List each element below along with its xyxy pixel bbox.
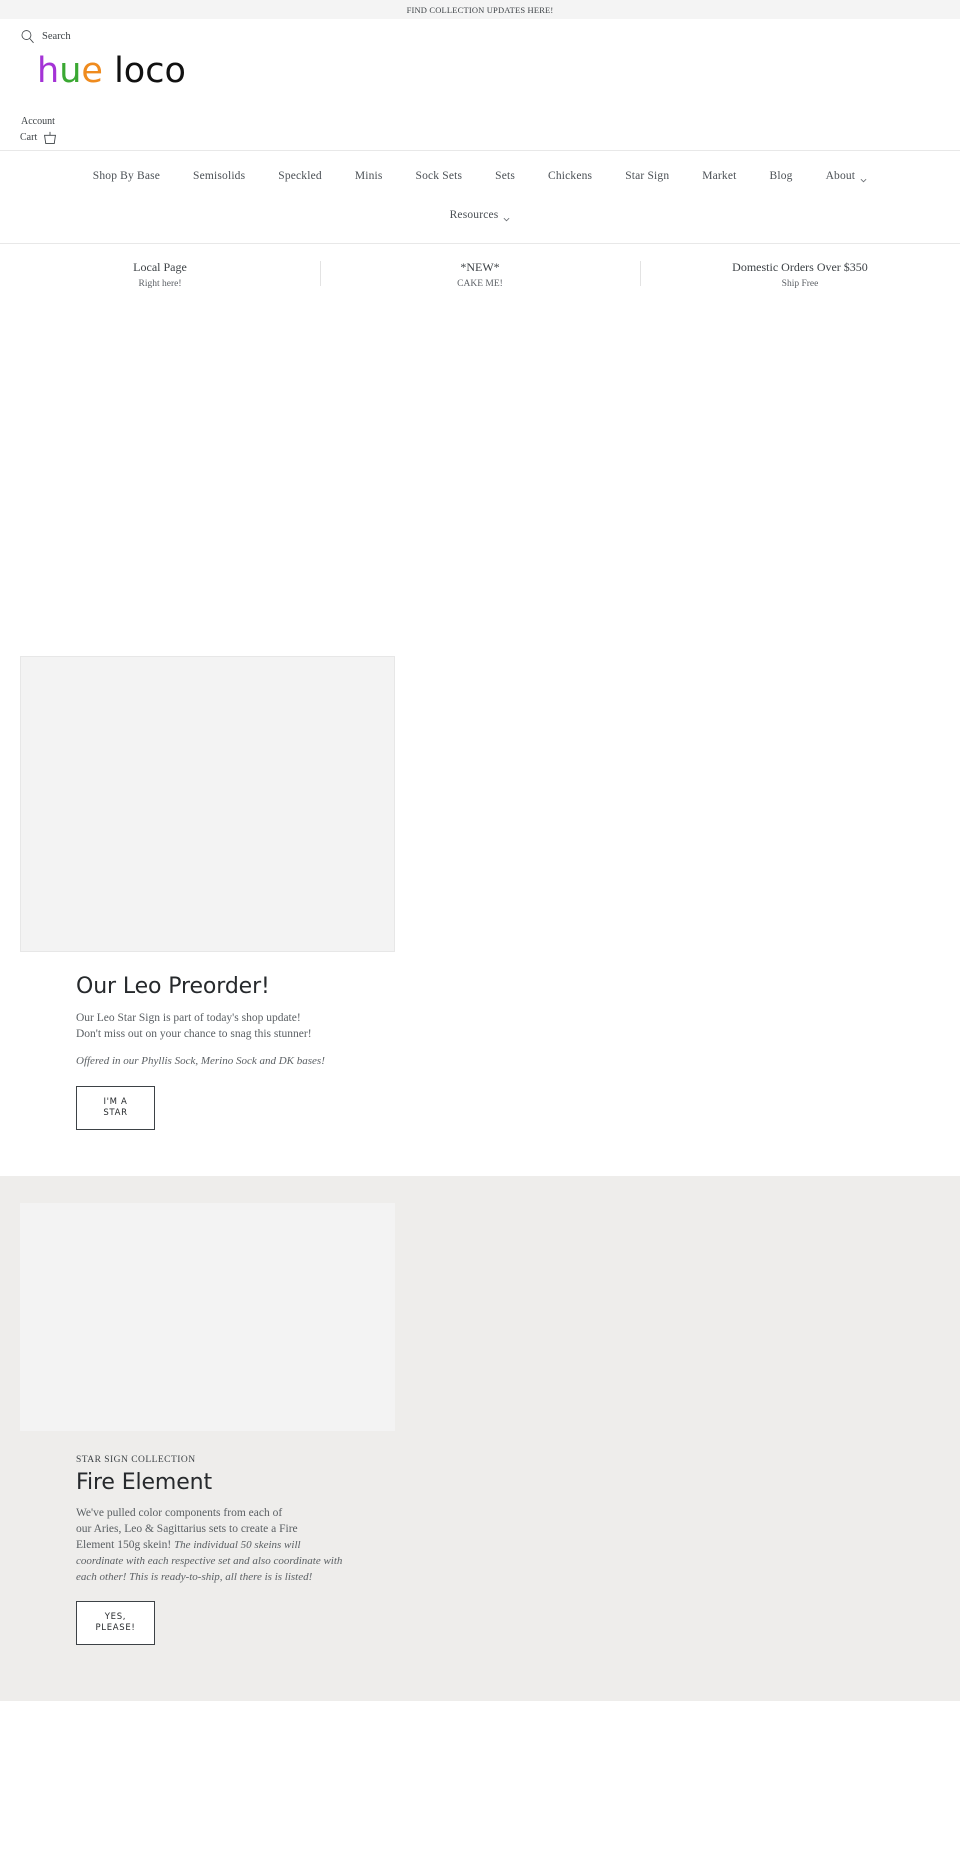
nav-item-sock-sets[interactable]: Sock Sets [416,170,463,182]
nav-label: Star Sign [625,170,670,182]
main-navigation: Shop By Base Semisolids Speckled Minis S… [0,151,960,243]
im-a-star-button[interactable]: I'M A STAR [76,1086,155,1130]
nav-label: Sock Sets [415,170,463,182]
nav-label: Resources [449,209,499,221]
site-header: Search hue loco Account Cart [0,19,960,150]
feature-heading-leo: Our Leo Preorder! [76,974,270,999]
nav-row-primary: Shop By Base Semisolids Speckled Minis S… [0,165,960,187]
nav-item-chickens[interactable]: Chickens [548,170,592,182]
feature-image-leo[interactable] [20,656,395,952]
promo-subtitle: Right here! [138,279,182,289]
promo-item-local-page[interactable]: Local Page Right here! [0,259,320,292]
logo-letter-h: h [37,51,60,91]
cart-link[interactable]: Cart [20,130,940,150]
nav-item-speckled[interactable]: Speckled [278,170,322,182]
logo-letter-e: e [81,51,103,91]
nav-label: Speckled [278,170,322,182]
feature-body-leo-line1: Our Leo Star Sign is part of today's sho… [76,1012,301,1024]
nav-label: Sets [495,170,516,182]
search-link[interactable]: Search [20,19,940,45]
nav-item-about[interactable]: About [826,170,868,182]
nav-label: Minis [354,170,383,182]
feature-body-leo-line2: Don't miss out on your chance to snag th… [76,1028,312,1040]
feature-body-fire-line3: Element 150g skein! [76,1539,172,1551]
promo-item-free-shipping[interactable]: Domestic Orders Over $350 Ship Free [640,259,960,292]
search-label: Search [42,31,71,42]
feature-image-fire[interactable] [20,1203,395,1431]
announcement-text[interactable]: FIND COLLECTION UPDATES HERE! [407,5,554,15]
hero-banner-placeholder [0,314,960,654]
promo-title: Domestic Orders Over $350 [732,260,868,274]
site-logo[interactable]: hue loco [20,45,940,113]
nav-label: Shop By Base [92,170,161,182]
feature-section-leo-preorder: Our Leo Preorder! Our Leo Star Sign is p… [0,656,960,1176]
nav-row-secondary: Resources [0,187,960,243]
feature-italic-leo: Offered in our Phyllis Sock, Merino Sock… [76,1055,325,1067]
nav-label: About [825,170,856,182]
promo-subtitle: CAKE ME! [457,279,503,289]
feature-body-fire-line2: our Aries, Leo & Sagittarius sets to cre… [76,1523,298,1535]
nav-item-blog[interactable]: Blog [770,170,793,182]
feature-section-fire-element: STAR SIGN COLLECTION Fire Element We've … [0,1176,960,1701]
nav-item-star-sign[interactable]: Star Sign [625,170,669,182]
logo-letter-u: u [59,51,82,91]
search-icon [20,29,35,44]
nav-label: Market [702,170,737,182]
chevron-down-icon [860,174,867,182]
promo-title: Local Page [133,260,187,274]
account-link[interactable]: Account [20,113,940,130]
promo-item-new[interactable]: *NEW* CAKE ME! [320,259,640,292]
announcement-bar: FIND COLLECTION UPDATES HERE! [0,0,960,19]
feature-eyebrow-fire: STAR SIGN COLLECTION [76,1455,196,1465]
logo-word-loco: loco [114,51,186,91]
nav-label: Blog [769,170,793,182]
nav-item-semisolids[interactable]: Semisolids [193,170,245,182]
chevron-down-icon [503,213,510,221]
nav-item-market[interactable]: Market [702,170,736,182]
nav-item-minis[interactable]: Minis [355,170,383,182]
promo-bar: Local Page Right here! *NEW* CAKE ME! Do… [0,244,960,314]
cart-label: Cart [20,132,38,143]
promo-subtitle: Ship Free [781,279,819,289]
nav-item-resources[interactable]: Resources [450,209,511,221]
shopping-cart-icon [42,130,58,146]
feature-heading-fire: Fire Element [76,1470,213,1495]
nav-label: Chickens [548,170,593,182]
promo-title: *NEW* [460,260,500,274]
nav-item-sets[interactable]: Sets [495,170,515,182]
nav-item-shop-by-base[interactable]: Shop By Base [93,170,160,182]
nav-label: Semisolids [193,170,246,182]
feature-body-fire-line1: We've pulled color components from each … [76,1507,283,1519]
yes-please-button[interactable]: YES, PLEASE! [76,1601,155,1645]
